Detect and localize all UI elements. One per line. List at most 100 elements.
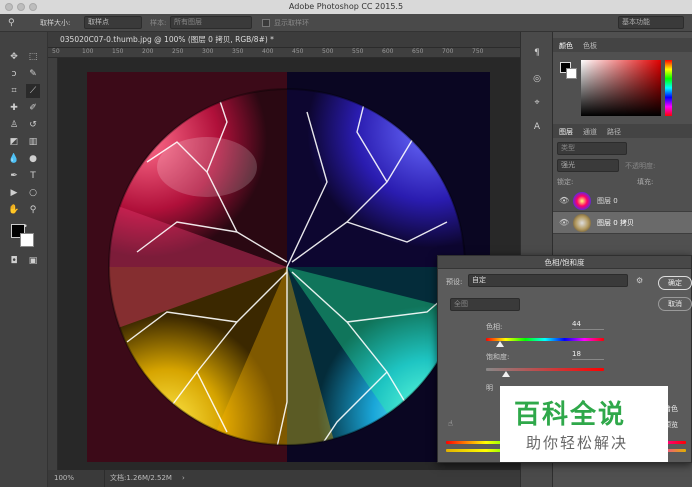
preset-label: 预设: — [446, 278, 463, 286]
visibility-eye-icon[interactable]: 👁 — [559, 196, 569, 205]
ruler-tick-label: 750 — [472, 48, 484, 55]
ruler-tick-label: 700 — [442, 48, 454, 55]
blend-mode-select[interactable]: 强光 — [557, 159, 619, 172]
saturation-slider-thumb[interactable] — [502, 371, 510, 377]
paragraph-panel-icon[interactable]: ¶ — [530, 46, 544, 60]
sample-size-label: 取样大小: — [40, 19, 71, 27]
zoom-level[interactable]: 100% — [54, 470, 74, 487]
path-select-tool-icon[interactable]: ▶ — [7, 186, 21, 200]
pen-tool-icon[interactable]: ✒ — [7, 169, 21, 183]
ruler-tick-label: 50 — [52, 48, 60, 55]
lightning-sphere-artwork — [87, 72, 490, 462]
watermark-sub-text: 助你轻松解决 — [526, 434, 629, 452]
dodge-tool-icon[interactable]: ● — [26, 152, 40, 166]
layer-kind-filter[interactable]: 类型 — [557, 142, 627, 155]
horizontal-ruler: 50 100 150 200 250 300 350 400 450 500 550 600 650 70… — [48, 48, 520, 58]
lock-label: 锁定: — [557, 178, 574, 186]
move-tool-icon[interactable]: ✥ — [7, 50, 21, 64]
close-window-icon[interactable] — [5, 3, 13, 11]
visibility-eye-icon[interactable]: 👁 — [559, 218, 569, 227]
preset-options-gear-icon[interactable]: ⚙ — [636, 276, 643, 285]
ruler-tick-label: 500 — [322, 48, 334, 55]
color-picker-field[interactable] — [581, 60, 661, 116]
status-divider — [104, 470, 105, 487]
properties-panel-icon[interactable]: ⌖ — [530, 96, 544, 110]
ruler-tick-label: 200 — [142, 48, 154, 55]
gradient-tool-icon[interactable]: ▥ — [26, 135, 40, 149]
fill-label: 填充: — [637, 178, 654, 186]
blur-tool-icon[interactable]: 💧 — [7, 152, 21, 166]
preset-select[interactable]: 自定 — [468, 274, 628, 287]
eyedropper-tool-preset-icon[interactable]: ⚲ — [8, 18, 15, 28]
workspace-select[interactable]: 基本功能 — [618, 16, 684, 29]
document-title: 035020C07-0.thumb.jpg @ 100% (图层 0 拷贝, R… — [60, 35, 274, 44]
color-panel-tabs: 颜色 色板 — [553, 38, 692, 52]
tab-color[interactable]: 颜色 — [559, 41, 573, 51]
zoom-tool-icon[interactable]: ⚲ — [26, 203, 40, 217]
ellipse-tool-icon[interactable]: ○ — [26, 186, 40, 200]
opacity-label: 不透明度: — [625, 162, 656, 170]
tab-swatches[interactable]: 色板 — [583, 41, 597, 51]
tab-channels[interactable]: 通道 — [583, 127, 597, 137]
maximize-window-icon[interactable] — [29, 3, 37, 11]
character-panel-icon[interactable]: A — [530, 120, 544, 134]
app-title: Adobe Photoshop CC 2015.5 — [288, 2, 404, 11]
document-size: 文档:1.26M/2.52M — [110, 474, 172, 482]
healing-brush-tool-icon[interactable]: ✚ — [7, 101, 21, 115]
title-bar: Adobe Photoshop CC 2015.5 — [0, 0, 692, 14]
cancel-button[interactable]: 取消 — [658, 297, 692, 311]
lightness-label: 明 — [486, 384, 493, 392]
hue-slider-thumb[interactable] — [496, 341, 504, 347]
layer-row[interactable]: 👁 图层 0 — [553, 190, 692, 212]
eraser-tool-icon[interactable]: ◩ — [7, 135, 21, 149]
quick-select-tool-icon[interactable]: ✎ — [26, 67, 40, 81]
ruler-tick-label: 600 — [382, 48, 394, 55]
ruler-tick-label: 300 — [202, 48, 214, 55]
document-tab[interactable]: 035020C07-0.thumb.jpg @ 100% (图层 0 拷贝, R… — [48, 32, 520, 48]
vertical-ruler — [48, 58, 58, 470]
tab-layers[interactable]: 图层 — [559, 127, 573, 137]
layer-name[interactable]: 图层 0 — [597, 196, 618, 206]
quick-mask-icon[interactable]: ◘ — [7, 254, 21, 268]
hue-value-input[interactable]: 44 — [572, 320, 604, 330]
brush-tool-icon[interactable]: ✐ — [26, 101, 40, 115]
document-image — [87, 72, 490, 462]
crop-tool-icon[interactable]: ⌗ — [7, 84, 21, 98]
targeted-adjust-hand-icon[interactable]: ☝ — [448, 419, 453, 428]
watermark-logo: 百科全说 助你轻松解决 — [500, 386, 668, 462]
eyedropper-tool-icon[interactable]: ⟋ — [26, 84, 40, 98]
type-tool-icon[interactable]: T — [26, 169, 40, 183]
show-ring-checkbox[interactable] — [262, 19, 270, 27]
screen-mode-icon[interactable]: ▣ — [26, 254, 40, 268]
ruler-tick-label: 100 — [82, 48, 94, 55]
ok-button[interactable]: 确定 — [658, 276, 692, 290]
sample-label: 样本: — [150, 19, 167, 27]
saturation-value-input[interactable]: 18 — [572, 350, 604, 360]
adjustments-panel-icon[interactable]: ◎ — [530, 72, 544, 86]
layer-name[interactable]: 图层 0 拷贝 — [597, 218, 634, 228]
layer-row[interactable]: 👁 图层 0 拷贝 — [553, 212, 692, 234]
ruler-tick-label: 150 — [112, 48, 124, 55]
status-menu-arrow[interactable]: › — [182, 470, 185, 487]
ruler-tick-label: 250 — [172, 48, 184, 55]
tab-paths[interactable]: 路径 — [607, 127, 621, 137]
panel-background-swatch[interactable] — [566, 68, 577, 79]
minimize-window-icon[interactable] — [17, 3, 25, 11]
hand-tool-icon[interactable]: ✋ — [7, 203, 21, 217]
ruler-tick-label: 450 — [292, 48, 304, 55]
show-ring-label: 显示取样环 — [274, 19, 309, 27]
watermark-main-text: 百科全说 — [514, 400, 627, 430]
background-color-swatch[interactable] — [20, 233, 34, 247]
sample-select[interactable]: 所有图层 — [170, 16, 252, 29]
marquee-tool-icon[interactable]: ⬚ — [26, 50, 40, 64]
lasso-tool-icon[interactable]: ↄ — [7, 67, 21, 81]
hue-strip[interactable] — [665, 60, 672, 116]
history-brush-tool-icon[interactable]: ↺ — [26, 118, 40, 132]
ruler-tick-label: 650 — [412, 48, 424, 55]
tools-panel: ✥ ⬚ ↄ ✎ ⌗ ⟋ ✚ ✐ ♙ ↺ ◩ ▥ 💧 ● ✒ T ▶ ○ ✋ ⚲ … — [0, 32, 48, 487]
channel-select[interactable]: 全图 — [450, 298, 520, 311]
ruler-tick-label: 550 — [352, 48, 364, 55]
sample-size-select[interactable]: 取样点 — [84, 16, 142, 29]
clone-stamp-tool-icon[interactable]: ♙ — [7, 118, 21, 132]
hue-label: 色相: — [486, 323, 503, 331]
